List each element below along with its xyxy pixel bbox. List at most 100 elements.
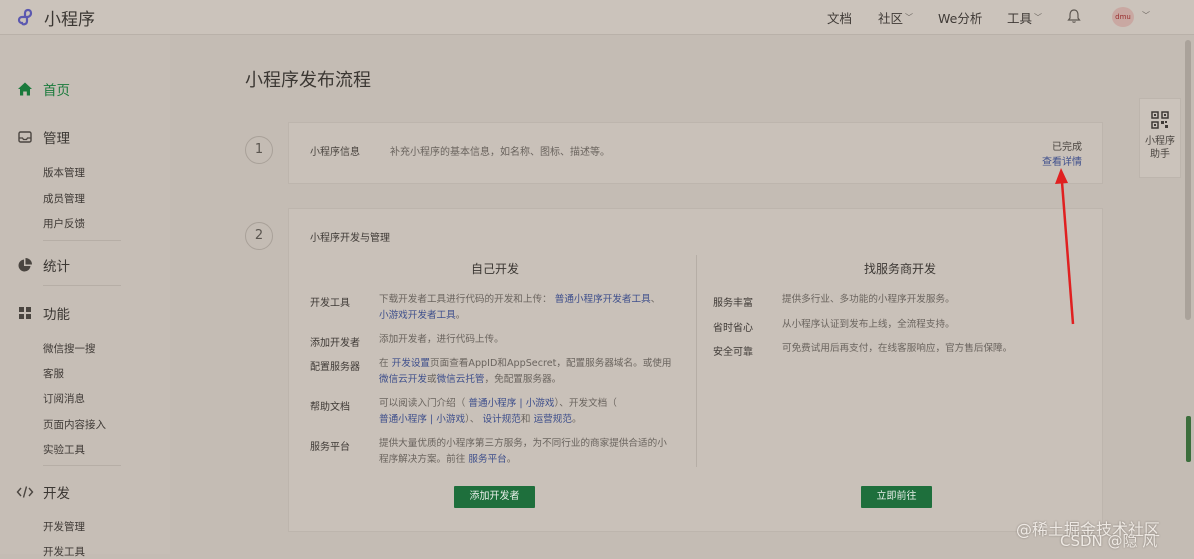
cloud-dev-link[interactable]: 微信云开发 — [379, 374, 427, 385]
row-text-segment: ）、开发文档（ — [554, 398, 617, 409]
row-label: 服务丰富 — [713, 298, 753, 309]
row-text-segment: 可以阅读入门介绍（ — [379, 398, 469, 409]
step1-card: 小程序信息 补充小程序的基本信息，如名称、图标、描述等。 已完成 查看详情 — [288, 122, 1103, 184]
row-text: 从小程序认证到发布上线，全流程支持。 — [782, 319, 955, 330]
sidebar-item-manage-label: 管理 — [43, 131, 70, 147]
nav-community-label: 社区 — [878, 10, 904, 26]
sidebar-item-dev-label: 开发 — [43, 486, 70, 502]
game-dev-tool-link[interactable]: 小游戏开发者工具 — [379, 310, 456, 321]
avatar-text: dmu — [1115, 13, 1131, 21]
sidebar-item-dev-tools[interactable]: 开发工具 — [43, 544, 85, 559]
cloud-hosting-link[interactable]: 微信云托管 — [437, 374, 485, 385]
row-text: 可以阅读入门介绍（ 普通小程序 | 小游戏）、开发文档（ 普通小程序 | 小游戏… — [379, 396, 679, 428]
design-spec-link[interactable]: 设计规范 — [483, 414, 521, 425]
sidebar-item-wechat-search[interactable]: 微信搜一搜 — [43, 341, 96, 356]
step1-label: 小程序信息 — [310, 147, 360, 158]
sidebar-divider — [43, 240, 121, 241]
sidebar-item-home-label: 首页 — [43, 83, 70, 99]
pie-chart-icon — [16, 256, 34, 274]
row-text-segment: ，免配置服务器。 — [484, 374, 562, 385]
scrollbar[interactable] — [1185, 40, 1191, 320]
column-divider — [696, 255, 697, 467]
row-text-segment: 。 — [571, 414, 582, 425]
nav-tools[interactable]: 工具 ﹀ — [1007, 0, 1042, 34]
step2-title: 小程序开发与管理 — [310, 233, 390, 244]
row-text-segment: ）、 — [465, 414, 483, 425]
sidebar-item-home[interactable]: 首页 — [16, 79, 70, 99]
step-number: 1 — [245, 136, 273, 164]
mini-program-helper[interactable]: 小程序 助手 — [1139, 98, 1181, 178]
row-text: 提供大量优质的小程序第三方服务，为不同行业的商家提供合适的小 程序解决方案。前往… — [379, 436, 684, 468]
row-text: 下载开发者工具进行代码的开发和上传： 普通小程序开发者工具、 小游戏开发者工具。 — [379, 292, 679, 324]
status-text: 已完成 — [1052, 142, 1082, 153]
chevron-down-icon: ﹀ — [1034, 12, 1043, 22]
sidebar-item-dev-manage[interactable]: 开发管理 — [43, 519, 85, 534]
self-dev-title: 自己开发 — [471, 262, 520, 276]
page-title: 小程序发布流程 — [245, 70, 371, 91]
vendor-dev-title: 找服务商开发 — [864, 262, 937, 276]
sidebar-item-experiment-tools[interactable]: 实验工具 — [43, 442, 85, 457]
sidebar-divider — [43, 285, 121, 286]
nav-we-analytics[interactable]: We分析 — [938, 0, 982, 34]
row-text: 可免费试用后再支付，在线客服响应，官方售后保障。 — [782, 343, 1013, 354]
app-name: 小程序 — [44, 10, 95, 30]
row-text-segment: 在 — [379, 358, 392, 369]
row-text-segment: 下载开发者工具进行代码的开发和上传： — [379, 294, 555, 305]
service-platform-link[interactable]: 服务平台 — [468, 454, 506, 465]
dev-settings-link[interactable]: 开发设置 — [392, 358, 430, 369]
row-label: 省时省心 — [713, 323, 753, 334]
row-text: 添加开发者，进行代码上传。 — [379, 332, 679, 348]
row-text-segment: 页面查看AppID和AppSecret，配置服务器域名。或使用 — [430, 358, 672, 369]
sidebar-item-stats[interactable]: 统计 — [16, 255, 70, 275]
scroll-marker — [1186, 416, 1191, 462]
sidebar-item-features[interactable]: 功能 — [16, 303, 70, 323]
logo[interactable]: 小程序 — [16, 5, 95, 30]
helper-label-line1: 小程序 — [1145, 136, 1175, 147]
sidebar-item-page-content[interactable]: 页面内容接入 — [43, 417, 106, 432]
sidebar-item-manage[interactable]: 管理 — [16, 127, 70, 147]
add-developer-button[interactable]: 添加开发者 — [454, 486, 535, 508]
sidebar-item-user-feedback[interactable]: 用户反馈 — [43, 216, 85, 231]
step2-card: 小程序开发与管理 自己开发 找服务商开发 开发工具 下载开发者工具进行代码的开发… — [288, 208, 1103, 532]
sidebar-divider — [43, 465, 121, 466]
dev-tool-link[interactable]: 普通小程序开发者工具 — [555, 294, 651, 305]
watermark: CSDN @隐 风 — [1060, 532, 1158, 550]
bell-icon[interactable] — [1066, 8, 1082, 24]
nav-docs-label: 文档 — [827, 10, 853, 26]
helper-label-line2: 助手 — [1150, 149, 1170, 160]
view-details-link[interactable]: 查看详情 — [1042, 153, 1082, 168]
ops-spec-link[interactable]: 运营规范 — [534, 414, 572, 425]
sidebar-item-stats-label: 统计 — [43, 259, 70, 275]
sidebar-item-member-manage[interactable]: 成员管理 — [43, 191, 85, 206]
sidebar-item-dev[interactable]: 开发 — [16, 482, 70, 502]
step1-description: 补充小程序的基本信息，如名称、图标、描述等。 — [390, 147, 610, 158]
code-icon — [16, 483, 34, 501]
step-number: 2 — [245, 222, 273, 250]
top-bar: 小程序 文档 社区 ﹀ We分析 工具 ﹀ dmu ﹀ — [0, 0, 1194, 35]
row-text-segment: 。 — [506, 454, 517, 465]
row-text: 提供多行业、多功能的小程序开发服务。 — [782, 294, 955, 305]
chevron-down-icon[interactable]: ﹀ — [1142, 10, 1150, 21]
row-label: 帮助文档 — [310, 402, 350, 413]
home-icon — [16, 80, 34, 98]
row-label: 服务平台 — [310, 442, 350, 453]
sidebar-item-features-label: 功能 — [43, 307, 70, 323]
sidebar-item-customer-service[interactable]: 客服 — [43, 366, 64, 381]
intro-link[interactable]: 普通小程序 | 小游戏 — [468, 398, 554, 409]
row-text-segment: 或 — [426, 374, 437, 385]
row-label: 开发工具 — [310, 298, 350, 309]
chevron-down-icon: ﹀ — [905, 12, 914, 22]
row-label: 添加开发者 — [310, 338, 360, 349]
grid-icon — [16, 304, 34, 322]
sidebar-item-subscribe-message[interactable]: 订阅消息 — [43, 391, 85, 406]
qr-code-icon — [1151, 111, 1169, 129]
row-label: 安全可靠 — [713, 347, 753, 358]
row-text-segment: 添加开发者，进行代码上传。 — [379, 334, 504, 345]
dev-docs-link[interactable]: 普通小程序 | 小游戏 — [379, 414, 465, 425]
go-now-button[interactable]: 立即前往 — [861, 486, 932, 508]
sidebar-item-version-manage[interactable]: 版本管理 — [43, 165, 85, 180]
avatar[interactable]: dmu — [1112, 7, 1134, 27]
nav-docs[interactable]: 文档 — [827, 0, 852, 34]
row-text-segment: 、 — [650, 294, 661, 305]
nav-community[interactable]: 社区 ﹀ — [878, 0, 913, 34]
